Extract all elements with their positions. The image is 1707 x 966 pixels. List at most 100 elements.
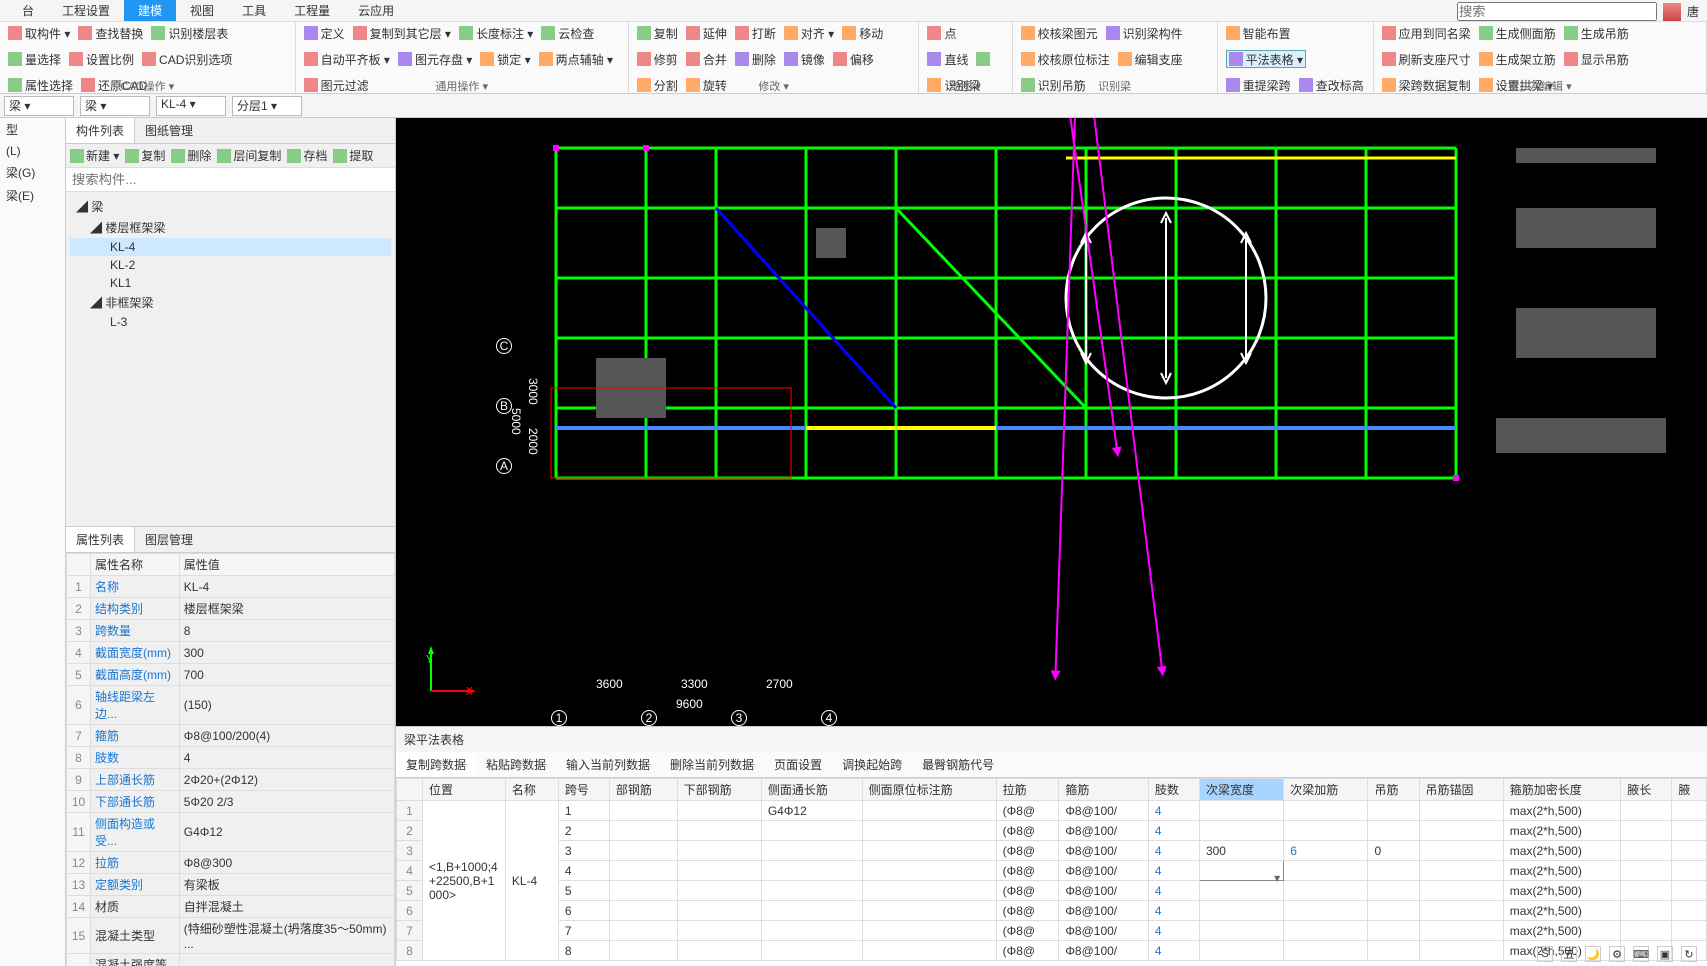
col-header[interactable]: 拉筋	[996, 779, 1059, 801]
comp-tool[interactable]: 新建 ▾	[70, 147, 119, 164]
bp-tab[interactable]: 输入当前列数据	[556, 752, 660, 777]
col-header[interactable]: 部钢筋	[609, 779, 677, 801]
ribbon-item[interactable]: 直线	[927, 50, 968, 68]
ribbon-item[interactable]	[976, 50, 993, 68]
left-item[interactable]: 梁(E)	[0, 184, 65, 207]
prop-row[interactable]: 14材质自拌混凝土	[67, 896, 395, 918]
ribbon-item[interactable]: 识别梁构件	[1106, 24, 1183, 42]
ribbon-item[interactable]: 移动	[842, 24, 883, 42]
ribbon-item[interactable]: 校核原位标注	[1021, 50, 1110, 68]
ribbon-item[interactable]: 识别楼层表	[151, 24, 228, 42]
ribbon-item[interactable]: 自动平齐板 ▾	[304, 50, 390, 68]
status-item[interactable]: ↻	[1681, 946, 1697, 962]
ribbon-item[interactable]: 修剪	[637, 50, 678, 68]
ribbon-item[interactable]: 量选择	[8, 50, 61, 68]
selector[interactable]: 梁 ▾	[4, 96, 74, 116]
comp-tool[interactable]: 复制	[125, 147, 165, 164]
beam-row[interactable]: 66(Φ8@Φ8@100/4max(2*h,500)	[397, 901, 1707, 921]
ribbon-item[interactable]: 取构件 ▾	[8, 24, 70, 42]
col-header[interactable]: 腋长	[1621, 779, 1672, 801]
prop-row[interactable]: 7箍筋Φ8@100/200(4)	[67, 725, 395, 747]
col-header[interactable]: 次梁加筋	[1284, 779, 1368, 801]
menu-0[interactable]: 台	[8, 0, 48, 21]
prop-row[interactable]: 5截面高度(mm)700	[67, 664, 395, 686]
ribbon-item[interactable]: 对齐 ▾	[784, 24, 834, 42]
beam-row[interactable]: 33(Φ8@Φ8@100/430060max(2*h,500)	[397, 841, 1707, 861]
beam-row[interactable]: 55(Φ8@Φ8@100/4max(2*h,500)	[397, 881, 1707, 901]
menu-4[interactable]: 工具	[228, 0, 280, 21]
drawing-canvas[interactable]: Y X 36003300270096001234ABC200030005000	[396, 118, 1707, 726]
ribbon-item[interactable]: 两点辅轴 ▾	[539, 50, 613, 68]
bp-tab[interactable]: 最臀钢筋代号	[912, 752, 1004, 777]
ribbon-item[interactable]: 长度标注 ▾	[459, 24, 533, 42]
ribbon-item[interactable]: 应用到同名梁	[1382, 24, 1471, 42]
menu-3[interactable]: 视图	[176, 0, 228, 21]
comp-tool[interactable]: 删除	[171, 147, 211, 164]
col-header[interactable]: 箍筋	[1059, 779, 1148, 801]
prop-row[interactable]: 13定额类别有梁板	[67, 874, 395, 896]
beam-row[interactable]: 44(Φ8@Φ8@100/4max(2*h,500)	[397, 861, 1707, 881]
ribbon-item[interactable]: 合并	[686, 50, 727, 68]
selector[interactable]: 分层1 ▾	[232, 96, 302, 116]
ribbon-item[interactable]: 显示吊筋	[1564, 50, 1629, 68]
ribbon-item[interactable]: 刷新支座尺寸	[1382, 50, 1471, 68]
menu-1[interactable]: 工程设置	[48, 0, 124, 21]
comp-tool[interactable]: 层间复制	[217, 147, 281, 164]
comp-tool[interactable]: 提取	[333, 147, 373, 164]
col-header[interactable]: 侧面原位标注筋	[862, 779, 996, 801]
bp-tab[interactable]: 删除当前列数据	[660, 752, 764, 777]
col-header[interactable]: 位置	[423, 779, 506, 801]
ribbon-item[interactable]: 镜像	[784, 50, 825, 68]
prop-tab[interactable]: 图层管理	[135, 527, 203, 552]
ribbon-item[interactable]: 设置比例	[69, 50, 134, 68]
beam-row[interactable]: 77(Φ8@Φ8@100/4max(2*h,500)	[397, 921, 1707, 941]
ribbon-item[interactable]: 删除	[735, 50, 776, 68]
global-search[interactable]	[1457, 2, 1657, 21]
prop-tab[interactable]: 属性列表	[66, 527, 135, 552]
menu-5[interactable]: 工程量	[280, 0, 344, 21]
beam-row[interactable]: 88(Φ8@Φ8@100/4max(2*h,500)	[397, 941, 1707, 961]
bp-tab[interactable]: 页面设置	[764, 752, 832, 777]
col-header[interactable]: 下部钢筋	[677, 779, 761, 801]
col-header[interactable]: 腋	[1672, 779, 1707, 801]
tree-node[interactable]: KL1	[70, 274, 391, 292]
ribbon-item[interactable]: 延伸	[686, 24, 727, 42]
ribbon-item[interactable]: 复制	[637, 24, 678, 42]
prop-row[interactable]: 8肢数4	[67, 747, 395, 769]
ribbon-item[interactable]: 智能布置	[1226, 24, 1291, 42]
status-item[interactable]: ⌨	[1633, 946, 1649, 962]
tree-node[interactable]: KL-2	[70, 256, 391, 274]
component-search[interactable]	[66, 168, 395, 192]
ribbon-item[interactable]: 生成架立筋	[1479, 50, 1556, 68]
prop-row[interactable]: 9上部通长筋2Φ20+(2Φ12)	[67, 769, 395, 791]
col-header[interactable]: 吊筋	[1368, 779, 1419, 801]
ribbon-item[interactable]: 校核梁图元	[1021, 24, 1098, 42]
ribbon-item[interactable]: CAD识别选项	[142, 50, 232, 68]
tree-node[interactable]: ◢ 非框架梁	[70, 292, 391, 313]
left-item[interactable]: 梁(G)	[0, 161, 65, 184]
prop-row[interactable]: 6轴线距梁左边...(150)	[67, 686, 395, 725]
col-header[interactable]: 跨号	[558, 779, 609, 801]
ribbon-item[interactable]: 云检查	[541, 24, 594, 42]
bp-tab[interactable]: 调换起始跨	[832, 752, 912, 777]
col-header[interactable]	[397, 779, 423, 801]
menu-2[interactable]: 建模	[124, 0, 176, 21]
menu-6[interactable]: 云应用	[344, 0, 408, 21]
ribbon-item[interactable]: 锁定 ▾	[480, 50, 530, 68]
prop-row[interactable]: 1名称KL-4	[67, 576, 395, 598]
beam-table[interactable]: 位置名称跨号部钢筋下部钢筋侧面通长筋侧面原位标注筋拉筋箍筋肢数次梁宽度次梁加筋吊…	[396, 778, 1707, 966]
col-header[interactable]: 吊筋锚固	[1419, 779, 1503, 801]
ribbon-item[interactable]: 查找替换	[78, 24, 143, 42]
col-header[interactable]: 侧面通长筋	[761, 779, 862, 801]
status-item[interactable]: ⚙	[1609, 946, 1625, 962]
comp-tool[interactable]: 存档	[287, 147, 327, 164]
tree-node[interactable]: L-3	[70, 313, 391, 331]
bp-tab[interactable]: 粘贴跨数据	[476, 752, 556, 777]
tree-node[interactable]: KL-4	[70, 238, 391, 256]
ribbon-item[interactable]: 偏移	[833, 50, 874, 68]
prop-row[interactable]: 11侧面构造或受...G4Φ12	[67, 813, 395, 852]
prop-row[interactable]: 12拉筋Φ8@300	[67, 852, 395, 874]
selector[interactable]: KL-4 ▾	[156, 96, 226, 116]
ribbon-item[interactable]: 生成侧面筋	[1479, 24, 1556, 42]
col-header[interactable]: 箍筋加密长度	[1503, 779, 1620, 801]
